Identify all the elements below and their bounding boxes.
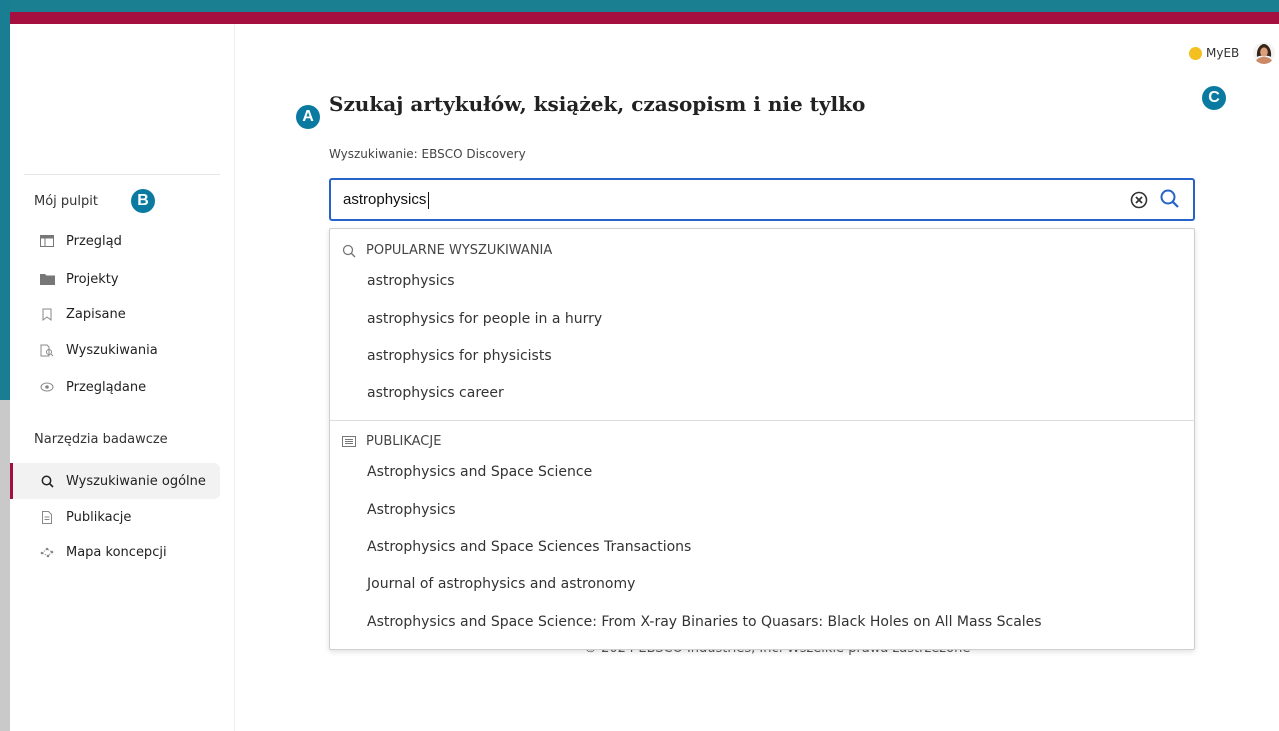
- publication-suggestion-item[interactable]: Journal of astrophysics and astronomy: [367, 576, 635, 592]
- eye-icon: [36, 382, 58, 392]
- publication-suggestion-item[interactable]: Astrophysics and Space Sciences Transact…: [367, 539, 691, 555]
- sidebar-item-label: Projekty: [66, 271, 119, 287]
- sidebar-item-general-search[interactable]: Wyszukiwanie ogólne: [10, 463, 220, 499]
- annotation-marker-b: B: [131, 189, 155, 213]
- sidebar-item-label: Przeglądane: [66, 379, 147, 395]
- document-icon: [36, 510, 58, 524]
- search-history-icon: [36, 344, 58, 357]
- sidebar-section-research-tools: Narzędzia badawcze: [34, 432, 168, 447]
- sidebar-item-viewed[interactable]: Przeglądane: [10, 369, 220, 405]
- search-suggestions-dropdown: POPULARNE WYSZUKIWANIA astrophysics astr…: [329, 228, 1195, 650]
- sidebar-item-overview[interactable]: Przegląd: [10, 223, 220, 259]
- publication-suggestion-item[interactable]: Astrophysics and Space Science: [367, 464, 592, 480]
- folder-icon: [36, 273, 58, 285]
- sidebar: Mój pulpit B Przegląd Projekty Zapisane …: [10, 24, 235, 731]
- popular-searches-header: POPULARNE WYSZUKIWANIA: [340, 243, 552, 258]
- sidebar-item-label: Wyszukiwania: [66, 342, 158, 358]
- app-window: Mój pulpit B Przegląd Projekty Zapisane …: [10, 24, 1279, 731]
- suggestion-item[interactable]: astrophysics career: [367, 385, 504, 401]
- myeb-button[interactable]: MyEB: [1189, 46, 1239, 60]
- publication-icon: [340, 436, 358, 447]
- search-icon: [36, 475, 58, 488]
- sidebar-item-label: Zapisane: [66, 306, 126, 322]
- page-title: Szukaj artykułów, książek, czasopism i n…: [329, 92, 866, 116]
- annotation-marker-a: A: [296, 105, 320, 129]
- search-scope-label: Wyszukiwanie: EBSCO Discovery: [329, 147, 526, 161]
- top-brand-bar: [10, 12, 1279, 24]
- search-box: [329, 178, 1195, 221]
- suggestion-item[interactable]: astrophysics for physicists: [367, 348, 552, 364]
- search-icon: [1160, 189, 1179, 208]
- window-frame-left-lower: [0, 400, 10, 731]
- sidebar-item-label: Mapa koncepcji: [66, 544, 167, 560]
- avatar[interactable]: [1253, 42, 1275, 64]
- sidebar-item-saved[interactable]: Zapisane: [10, 296, 220, 332]
- dropdown-divider: [330, 420, 1194, 421]
- suggestion-item[interactable]: astrophysics: [367, 273, 455, 289]
- publication-suggestion-item[interactable]: Astrophysics and Space Science: From X-r…: [367, 614, 1042, 630]
- bookmark-icon: [36, 308, 58, 321]
- sidebar-item-label: Przegląd: [66, 233, 122, 249]
- publication-suggestion-item[interactable]: Astrophysics: [367, 502, 456, 518]
- sidebar-item-searches[interactable]: Wyszukiwania: [10, 332, 220, 368]
- myeb-label: MyEB: [1206, 46, 1240, 60]
- concept-map-icon: [36, 546, 58, 558]
- sidebar-item-publications[interactable]: Publikacje: [10, 499, 220, 535]
- sidebar-item-projects[interactable]: Projekty: [10, 261, 220, 297]
- sidebar-item-label: Publikacje: [66, 509, 132, 525]
- window-frame-left: [0, 0, 10, 731]
- sidebar-item-concept-map[interactable]: Mapa koncepcji: [10, 534, 220, 570]
- sidebar-section-my-dashboard: Mój pulpit: [34, 194, 98, 209]
- search-submit-button[interactable]: [1159, 188, 1181, 210]
- window-frame-top: [0, 0, 1279, 12]
- clear-icon: [1130, 191, 1148, 209]
- sidebar-divider: [24, 174, 220, 175]
- layout-icon: [36, 235, 58, 247]
- clear-search-button[interactable]: [1129, 190, 1149, 210]
- myeb-status-dot: [1189, 46, 1202, 60]
- annotation-marker-c: C: [1202, 86, 1226, 110]
- suggestion-item[interactable]: astrophysics for people in a hurry: [367, 311, 602, 327]
- search-icon: [340, 244, 358, 258]
- search-input[interactable]: [343, 180, 1103, 219]
- sidebar-item-label: Wyszukiwanie ogólne: [66, 473, 206, 489]
- publications-header: PUBLIKACJE: [340, 434, 441, 449]
- text-caret: [428, 192, 429, 209]
